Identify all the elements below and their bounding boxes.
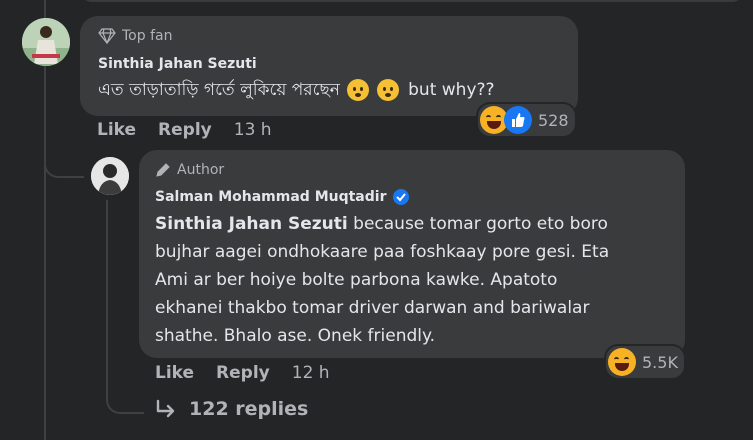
worried-face-icon bbox=[347, 79, 370, 101]
previous-comment-bubble-edge bbox=[80, 0, 744, 2]
reply-text-segment: because tomar gorto eto boro bbox=[347, 214, 608, 234]
reply-author-label: Salman Mohammad Muqtadir bbox=[155, 189, 387, 205]
reaction-count: 528 bbox=[538, 110, 569, 130]
pen-icon bbox=[156, 163, 170, 177]
avatar[interactable] bbox=[91, 157, 129, 195]
avatar-image bbox=[91, 157, 129, 195]
reply-button[interactable]: Reply bbox=[216, 363, 270, 383]
reply-timestamp[interactable]: 12 h bbox=[292, 363, 330, 383]
worried-face-icon bbox=[376, 79, 399, 101]
comment-text-tail: but why?? bbox=[408, 80, 495, 100]
verified-icon bbox=[393, 189, 410, 205]
reaction-count: 5.5K bbox=[642, 352, 678, 372]
like-button[interactable]: Like bbox=[97, 120, 136, 140]
reaction-summary[interactable]: 528 bbox=[478, 104, 575, 136]
view-replies-button[interactable]: 122 replies bbox=[155, 398, 308, 420]
haha-reaction-icon bbox=[608, 348, 636, 376]
badge-label: Author bbox=[177, 162, 225, 178]
badge-label: Top fan bbox=[122, 28, 173, 44]
reply-bubble: Author Salman Mohammad Muqtadir Sinthia … bbox=[139, 150, 685, 358]
reply-text-line: Ami ar ber hoiye bolte parbona kawke. Ap… bbox=[155, 270, 558, 290]
comment-text-bengali: এত তাড়াতাড়ি গর্তে লুকিয়ে পরছেন bbox=[98, 80, 340, 100]
comment-text: এত তাড়াতাড়ি গর্তে লুকিয়ে পরছেন but wh… bbox=[98, 76, 495, 104]
replies-connector bbox=[106, 380, 144, 414]
diamond-icon bbox=[98, 28, 116, 44]
reply-text: Sinthia Jahan Sezuti because tomar gorto… bbox=[155, 210, 675, 350]
avatar[interactable] bbox=[22, 18, 70, 66]
reply-text-line: bujhar aagei ondhokaare paa foshkaay por… bbox=[155, 242, 610, 262]
reply-author-name[interactable]: Salman Mohammad Muqtadir bbox=[155, 188, 410, 206]
reply-arrow-icon bbox=[156, 399, 175, 418]
thread-connector bbox=[44, 130, 84, 178]
like-reaction-icon bbox=[504, 106, 532, 134]
replies-count-label: 122 replies bbox=[189, 398, 309, 420]
reply-text-line: ekhanei thakbo tomar driver darwan and b… bbox=[155, 298, 590, 318]
comment-bubble: Top fan Sinthia Jahan Sezuti এত তাড়াতাড… bbox=[80, 16, 578, 116]
reply-thread-line bbox=[106, 200, 108, 396]
comment-actions: Like Reply 13 h bbox=[97, 120, 272, 140]
top-fan-badge[interactable]: Top fan bbox=[98, 28, 172, 44]
author-badge[interactable]: Author bbox=[155, 162, 224, 178]
reply-text-line: shathe. Bhalo ase. Onek friendly. bbox=[155, 326, 436, 346]
avatar-image bbox=[22, 18, 70, 66]
reply-button[interactable]: Reply bbox=[158, 120, 212, 140]
mention-link[interactable]: Sinthia Jahan Sezuti bbox=[155, 214, 348, 234]
reaction-summary[interactable]: 5.5K bbox=[606, 346, 684, 378]
comment-timestamp[interactable]: 13 h bbox=[234, 120, 272, 140]
like-button[interactable]: Like bbox=[155, 363, 194, 383]
reply-actions: Like Reply 12 h bbox=[155, 363, 330, 383]
thread-line-outer bbox=[44, 0, 46, 440]
reply-text-line: Sinthia Jahan Sezuti because tomar gorto… bbox=[155, 210, 675, 238]
comment-author-name[interactable]: Sinthia Jahan Sezuti bbox=[98, 56, 257, 72]
